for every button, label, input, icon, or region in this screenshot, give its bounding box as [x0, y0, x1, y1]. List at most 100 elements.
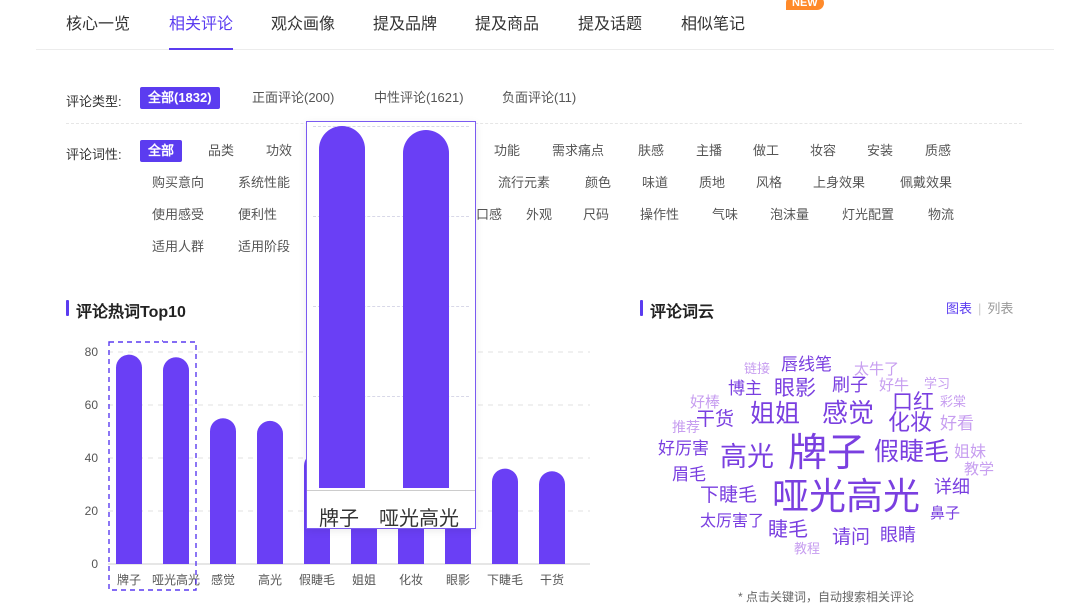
property-chip[interactable]: 流行元素 — [498, 172, 550, 194]
property-chip[interactable]: 功能 — [494, 140, 520, 162]
property-chip[interactable]: 尺码 — [583, 204, 609, 226]
cloud-word[interactable]: 下睫毛 — [700, 486, 757, 505]
tab-related-comments[interactable]: 相关评论 — [169, 10, 234, 50]
view-list-tab[interactable]: 列表 — [987, 301, 1013, 316]
cloud-word[interactable]: 眉毛 — [672, 466, 706, 483]
cloud-word[interactable]: 请问 — [832, 528, 870, 547]
cloud-word[interactable]: 姐姐 — [750, 402, 800, 427]
x-tick-label: 姐姐 — [352, 573, 376, 587]
cloud-word[interactable]: 眼睛 — [880, 526, 916, 544]
property-chip[interactable]: 品类 — [208, 140, 234, 162]
type-chip-negative[interactable]: 负面评论(11) — [502, 87, 576, 109]
property-chip[interactable]: 适用阶段 — [238, 236, 290, 258]
view-separator: | — [978, 301, 982, 316]
cloud-word[interactable]: 教程 — [794, 542, 820, 555]
bar-2 — [210, 418, 236, 564]
property-chip[interactable]: 便利性 — [238, 204, 277, 226]
property-chip[interactable]: 妆容 — [810, 140, 836, 162]
property-chip[interactable]: 全部 — [140, 140, 183, 162]
zoom-bar-yaguang — [403, 130, 449, 488]
cloud-word[interactable]: 睫毛 — [768, 520, 808, 540]
property-chip[interactable]: 质感 — [925, 140, 951, 162]
cloud-word[interactable]: 假睫毛 — [874, 440, 949, 465]
y-tick-label: 20 — [85, 504, 99, 518]
property-chip[interactable]: 泡沫量 — [770, 204, 809, 226]
property-chip[interactable]: 肤感 — [638, 140, 664, 162]
property-chip[interactable]: 功效 — [266, 140, 292, 162]
property-chip[interactable]: 系统性能 — [238, 172, 290, 194]
cloud-word[interactable]: 干货 — [696, 410, 734, 429]
cloud-word[interactable]: 好厉害 — [658, 440, 709, 457]
zoom-label-paizi: 牌子 — [319, 508, 359, 530]
view-chart-tab[interactable]: 图表 — [946, 301, 972, 316]
cloud-word[interactable]: 太厉害了 — [700, 514, 764, 530]
property-chip[interactable]: 做工 — [753, 140, 779, 162]
x-tick-label: 牌子 — [117, 573, 141, 587]
property-chip[interactable]: 外观 — [526, 204, 552, 226]
x-tick-label: 干货 — [540, 572, 564, 587]
cloud-word[interactable]: 鼻子 — [930, 506, 960, 521]
cloud-word[interactable]: 好看 — [940, 415, 974, 432]
tab-mentioned-brands[interactable]: 提及品牌 — [373, 10, 437, 44]
cloud-word[interactable]: 详细 — [934, 478, 970, 496]
tab-mentioned-products[interactable]: 提及商品 — [475, 10, 539, 44]
property-chip[interactable]: 口感 — [476, 204, 502, 226]
cloud-word[interactable]: 推荐 — [672, 420, 700, 434]
property-chip[interactable]: 气味 — [712, 204, 738, 226]
property-chip[interactable]: 主播 — [696, 140, 722, 162]
y-tick-label: 40 — [85, 451, 99, 465]
x-tick-label: 下睫毛 — [487, 573, 523, 587]
type-chip-positive[interactable]: 正面评论(200) — [252, 87, 334, 109]
cloud-word[interactable]: 牌子 — [788, 434, 866, 473]
property-chip[interactable]: 需求痛点 — [552, 140, 604, 162]
cloud-word[interactable]: 好棒 — [690, 395, 720, 410]
x-tick-label: 化妆 — [399, 573, 423, 587]
property-chip[interactable]: 灯光配置 — [842, 204, 894, 226]
property-chip[interactable]: 购买意向 — [152, 172, 204, 194]
cloud-word[interactable]: 彩棠 — [940, 395, 966, 408]
property-chip[interactable]: 操作性 — [640, 204, 679, 226]
cloud-word[interactable]: 链接 — [744, 362, 770, 375]
x-tick-label: 感觉 — [211, 572, 235, 587]
property-chip[interactable]: 味道 — [642, 172, 668, 194]
cloud-word[interactable]: 刷子 — [832, 376, 868, 394]
cloud-word[interactable]: 眼影 — [774, 378, 816, 399]
cloud-word[interactable]: 学习 — [924, 377, 950, 390]
cloud-word[interactable]: 姐妹 — [954, 445, 986, 461]
zoom-axis — [307, 490, 475, 491]
filter-divider — [66, 123, 1022, 124]
tab-similar-notes[interactable]: 相似笔记 — [681, 10, 745, 44]
property-chip[interactable]: 使用感受 — [152, 204, 204, 226]
cloud-word[interactable]: 高光 — [720, 444, 774, 471]
tab-audience-profile[interactable]: 观众画像 — [271, 10, 335, 44]
property-chip[interactable]: 风格 — [756, 172, 782, 194]
tab-mentioned-topics[interactable]: 提及话题 — [578, 10, 642, 44]
property-chip[interactable]: 物流 — [928, 204, 954, 226]
bar-1 — [163, 357, 189, 564]
type-chip-neutral[interactable]: 中性评论(1621) — [374, 87, 464, 109]
tab-overview[interactable]: 核心一览 — [66, 10, 130, 44]
cloud-word[interactable]: 哑光高光 — [772, 478, 920, 515]
bar-9 — [539, 471, 565, 564]
x-tick-label: 哑光高光 — [152, 572, 200, 587]
cloud-word[interactable]: 博主 — [728, 380, 762, 397]
cloud-word[interactable]: 教学 — [964, 462, 994, 477]
property-chip[interactable]: 适用人群 — [152, 236, 204, 258]
cloud-word[interactable]: 感觉 — [822, 400, 874, 426]
comment-type-label: 评论类型: — [66, 94, 122, 109]
cloud-word[interactable]: 化妆 — [888, 412, 932, 434]
zoom-label-yaguang: 哑光高光 — [379, 508, 459, 530]
property-chip[interactable]: 颜色 — [585, 172, 611, 194]
cloud-word[interactable]: 唇线笔 — [781, 356, 832, 373]
y-tick-label: 80 — [85, 345, 99, 359]
property-chip[interactable]: 佩戴效果 — [900, 172, 952, 194]
x-tick-label: 高光 — [258, 572, 282, 587]
new-badge: NEW — [786, 0, 824, 10]
y-tick-label: 60 — [85, 398, 99, 412]
type-chip-all[interactable]: 全部(1832) — [140, 87, 220, 109]
property-chip[interactable]: 上身效果 — [813, 172, 865, 194]
x-tick-label: 假睫毛 — [299, 573, 335, 587]
property-chip[interactable]: 安装 — [867, 140, 893, 162]
wordcloud-footnote: * 点击关键词，自动搜索相关评论 — [738, 590, 915, 604]
property-chip[interactable]: 质地 — [699, 172, 725, 194]
